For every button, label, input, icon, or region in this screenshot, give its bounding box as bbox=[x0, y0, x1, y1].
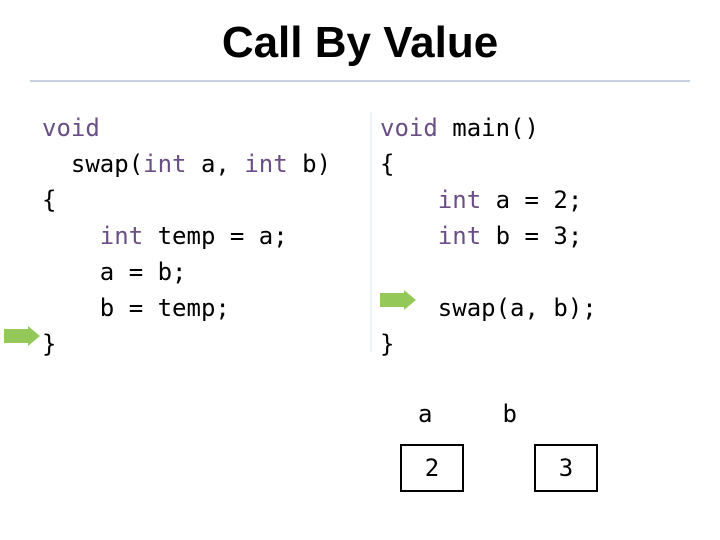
keyword-int: int bbox=[438, 222, 481, 250]
code-text: b = temp; bbox=[42, 294, 230, 322]
code-text: a = b; bbox=[42, 258, 187, 286]
code-swap-function: void swap(int a, int b) { int temp = a; … bbox=[42, 110, 331, 362]
keyword-int: int bbox=[244, 150, 287, 178]
var-b-label: b bbox=[502, 400, 516, 428]
var-a-value: 2 bbox=[425, 454, 439, 482]
keyword-int: int bbox=[100, 222, 143, 250]
var-b-value: 3 bbox=[559, 454, 573, 482]
code-text: b) bbox=[288, 150, 331, 178]
keyword-int: int bbox=[438, 186, 481, 214]
column-divider bbox=[370, 112, 372, 352]
var-a-box: 2 bbox=[400, 444, 464, 492]
code-main-function: void main() { int a = 2; int b = 3; swap… bbox=[380, 110, 597, 362]
slide: Call By Value void swap(int a, int b) { … bbox=[0, 0, 720, 540]
var-b-box: 3 bbox=[534, 444, 598, 492]
execution-arrow-icon bbox=[4, 326, 40, 346]
keyword-int: int bbox=[143, 150, 186, 178]
code-text: main() bbox=[438, 114, 539, 142]
title-underline bbox=[30, 80, 690, 82]
code-text: temp = a; bbox=[143, 222, 288, 250]
keyword-void: void bbox=[380, 114, 438, 142]
code-text: { bbox=[42, 186, 56, 214]
slide-title: Call By Value bbox=[0, 18, 720, 68]
code-text: } bbox=[380, 330, 394, 358]
code-text: a, bbox=[187, 150, 245, 178]
code-text: a = 2; bbox=[481, 186, 582, 214]
execution-arrow-icon bbox=[380, 290, 416, 310]
var-a-label: a bbox=[418, 400, 432, 428]
code-text: } bbox=[42, 330, 56, 358]
code-text: swap( bbox=[42, 150, 143, 178]
code-text: b = 3; bbox=[481, 222, 582, 250]
code-text: { bbox=[380, 150, 394, 178]
variable-state: a b 2 3 bbox=[400, 400, 598, 492]
keyword-void: void bbox=[42, 114, 100, 142]
